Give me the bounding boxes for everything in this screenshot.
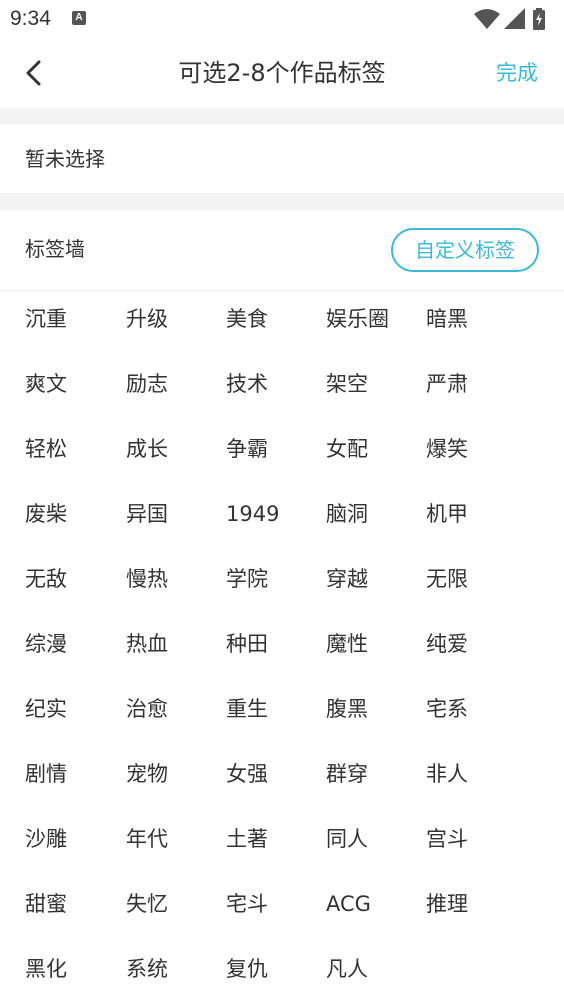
tag-item[interactable]: 学院 xyxy=(226,561,268,597)
tag-item[interactable]: 系统 xyxy=(126,951,168,987)
tag-item[interactable]: ACG xyxy=(326,886,371,922)
tag-item[interactable]: 宅系 xyxy=(426,691,468,727)
tag-item[interactable]: 无限 xyxy=(426,561,468,597)
tag-row: 废柴 异国 1949 脑洞 机甲 xyxy=(0,487,564,552)
section-divider xyxy=(0,193,564,210)
battery-icon xyxy=(533,8,545,30)
notification-a-icon: A xyxy=(72,11,86,25)
tag-item[interactable]: 沉重 xyxy=(25,301,67,337)
tag-item[interactable]: 娱乐圈 xyxy=(326,301,389,337)
status-icons xyxy=(474,8,554,30)
tag-item[interactable]: 脑洞 xyxy=(326,496,368,532)
tag-item[interactable]: 无敌 xyxy=(25,561,67,597)
tag-item[interactable]: 升级 xyxy=(126,301,168,337)
tag-item[interactable]: 宅斗 xyxy=(226,886,268,922)
tag-item[interactable]: 年代 xyxy=(126,821,168,857)
tag-item[interactable]: 非人 xyxy=(426,756,468,792)
tag-item[interactable]: 穿越 xyxy=(326,561,368,597)
tag-item[interactable]: 种田 xyxy=(226,626,268,662)
tag-item[interactable]: 异国 xyxy=(126,496,168,532)
selected-tags-area: 暂未选择 xyxy=(0,125,564,193)
section-divider xyxy=(0,108,564,125)
tag-item[interactable]: 争霸 xyxy=(226,431,268,467)
custom-tag-button[interactable]: 自定义标签 xyxy=(391,228,539,272)
done-button[interactable]: 完成 xyxy=(496,56,538,90)
tag-wall-title: 标签墙 xyxy=(25,237,85,261)
tag-row: 轻松 成长 争霸 女配 爆笑 xyxy=(0,422,564,487)
tag-item[interactable]: 沙雕 xyxy=(25,821,67,857)
tag-item[interactable]: 爽文 xyxy=(25,366,67,402)
tag-item[interactable]: 黑化 xyxy=(25,951,67,987)
tag-wall-header: 标签墙 自定义标签 xyxy=(0,210,564,291)
nav-bar: 可选2-8个作品标签 完成 xyxy=(0,38,564,108)
tag-item[interactable]: 1949 xyxy=(226,496,279,532)
tag-item[interactable]: 女强 xyxy=(226,756,268,792)
tag-item[interactable]: 励志 xyxy=(126,366,168,402)
tag-item[interactable]: 纯爱 xyxy=(426,626,468,662)
tag-item[interactable]: 爆笑 xyxy=(426,431,468,467)
page-title: 可选2-8个作品标签 xyxy=(178,59,386,87)
tag-item[interactable]: 热血 xyxy=(126,626,168,662)
empty-selection-text: 暂未选择 xyxy=(25,147,105,171)
tag-row: 剧情 宠物 女强 群穿 非人 xyxy=(0,747,564,812)
signal-icon xyxy=(504,8,525,29)
tag-row: 爽文 励志 技术 架空 严肃 xyxy=(0,357,564,422)
wifi-icon xyxy=(474,9,500,29)
tag-item[interactable]: 剧情 xyxy=(25,756,67,792)
tag-item[interactable]: 宠物 xyxy=(126,756,168,792)
tag-item[interactable]: 严肃 xyxy=(426,366,468,402)
tag-item[interactable]: 技术 xyxy=(226,366,268,402)
tag-item[interactable]: 凡人 xyxy=(326,951,368,987)
tag-item[interactable]: 推理 xyxy=(426,886,468,922)
tag-item[interactable]: 宫斗 xyxy=(426,821,468,857)
tag-item[interactable]: 重生 xyxy=(226,691,268,727)
tag-item[interactable]: 慢热 xyxy=(126,561,168,597)
tag-row: 沙雕 年代 土著 同人 宫斗 xyxy=(0,812,564,877)
tag-row: 无敌 慢热 学院 穿越 无限 xyxy=(0,552,564,617)
tag-item[interactable]: 甜蜜 xyxy=(25,886,67,922)
status-bar: 9:34 A xyxy=(0,0,564,38)
tag-item[interactable]: 同人 xyxy=(326,821,368,857)
tag-item[interactable]: 轻松 xyxy=(25,431,67,467)
tag-item[interactable]: 群穿 xyxy=(326,756,368,792)
tag-item[interactable]: 魔性 xyxy=(326,626,368,662)
tag-item[interactable]: 美食 xyxy=(226,301,268,337)
tag-row: 综漫 热血 种田 魔性 纯爱 xyxy=(0,617,564,682)
tag-item[interactable]: 成长 xyxy=(126,431,168,467)
tag-item[interactable]: 腹黑 xyxy=(326,691,368,727)
tag-grid: 沉重 升级 美食 娱乐圈 暗黑爽文 励志 技术 架空 严肃轻松 成长 争霸 女配 爆笑废柴 异国 1949 脑… xyxy=(0,292,564,1007)
tag-item[interactable]: 机甲 xyxy=(426,496,468,532)
tag-row: 甜蜜 失忆 宅斗 ACG 推理 xyxy=(0,877,564,942)
tag-item[interactable]: 土著 xyxy=(226,821,268,857)
tag-item[interactable]: 失忆 xyxy=(126,886,168,922)
tag-row: 纪实 治愈 重生 腹黑 宅系 xyxy=(0,682,564,747)
tag-item[interactable]: 综漫 xyxy=(25,626,67,662)
tag-item[interactable]: 治愈 xyxy=(126,691,168,727)
tag-item[interactable]: 纪实 xyxy=(25,691,67,727)
tag-item[interactable]: 架空 xyxy=(326,366,368,402)
tag-row: 沉重 升级 美食 娱乐圈 暗黑 xyxy=(0,292,564,357)
tag-item[interactable]: 复仇 xyxy=(226,951,268,987)
tag-item[interactable]: 女配 xyxy=(326,431,368,467)
tag-row: 黑化 系统 复仇 凡人 xyxy=(0,942,564,1007)
tag-item[interactable]: 暗黑 xyxy=(426,301,468,337)
tag-item[interactable]: 废柴 xyxy=(25,496,67,532)
status-time: 9:34 xyxy=(10,7,51,30)
